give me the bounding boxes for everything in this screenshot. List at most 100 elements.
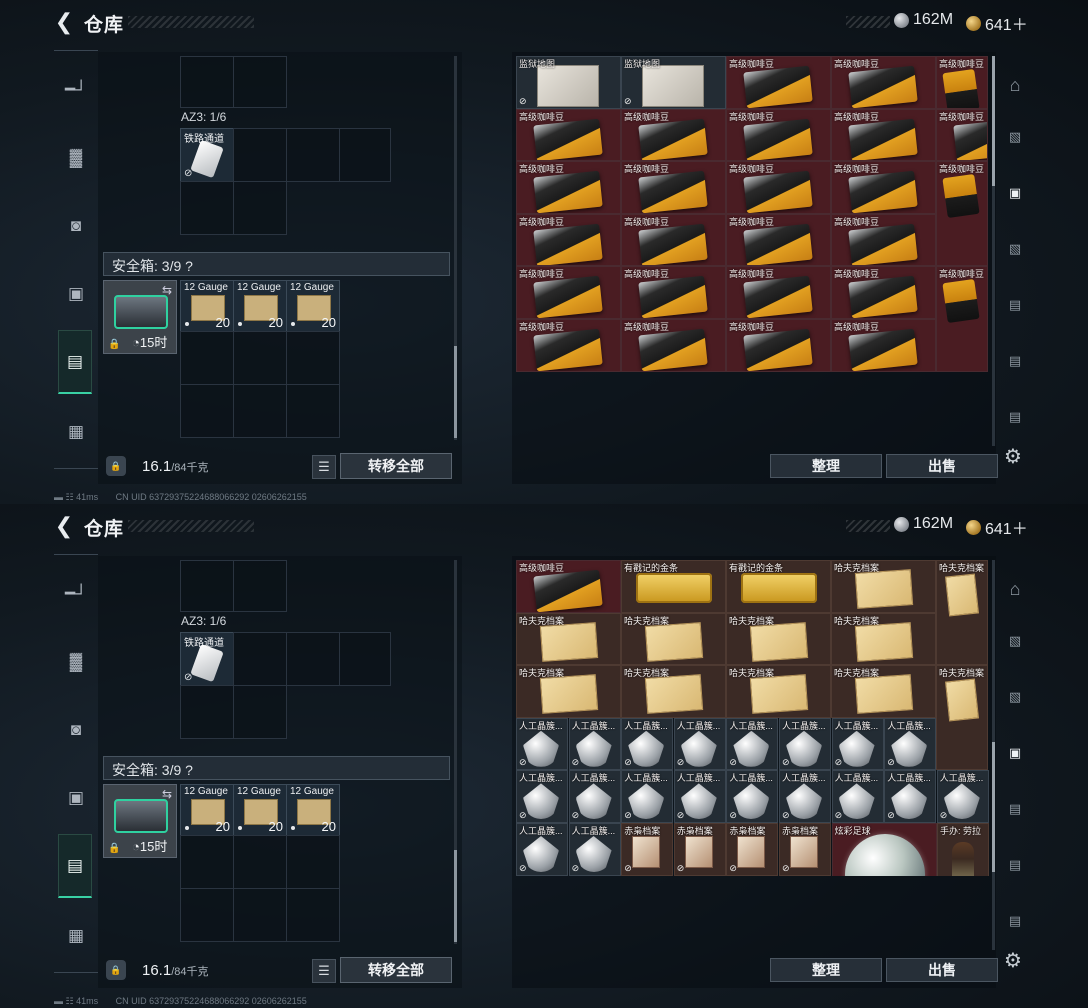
storage-item[interactable]: 高级咖啡豆 [831,266,936,319]
grid-slot[interactable] [286,331,340,385]
storage-item[interactable]: 有戳记的金条 [726,560,831,613]
gear-icon[interactable]: ⚙ [1004,444,1026,468]
storage-item[interactable]: 人工晶簇... ⊘ [936,770,989,823]
sort-button[interactable]: 整理 [770,958,882,982]
storage-4e-icon[interactable]: ▤ [1000,906,1030,936]
safe-item[interactable]: 12 Gauge 20 [233,280,287,332]
storage-item[interactable]: 人工晶簇... ⊘ [779,717,831,771]
storage-item[interactable]: 人工晶簇... ⊘ [831,717,884,771]
grid-slot[interactable] [233,331,287,385]
grid-slot[interactable] [286,384,340,438]
grid-slot[interactable] [233,835,287,889]
gear-icon[interactable]: ⚙ [1004,948,1026,972]
back-arrow-icon[interactable]: ❮ [52,513,76,538]
storage-4d-icon[interactable]: ▤ [1000,850,1030,880]
storage-item[interactable]: 人工晶簇... ⊘ [779,770,831,823]
storage-item[interactable]: 哈夫克档案 [516,612,621,666]
storage-item[interactable]: 人工晶簇... ⊘ [516,823,568,876]
grid-slot[interactable] [233,560,287,612]
storage-4e-icon[interactable]: ▤ [1000,402,1030,432]
storage-scrollbar[interactable] [992,56,995,446]
storage-item[interactable]: 高级咖啡豆 [726,56,831,109]
storage-item[interactable]: 人工晶簇... ⊘ [673,770,726,823]
storage-4c-icon[interactable]: ▤ [1000,794,1030,824]
grid-slot[interactable] [233,685,287,739]
storage-item[interactable]: 赤枭档案 ⊘ [726,823,779,876]
grid-slot[interactable] [233,384,287,438]
storage-4b-icon[interactable]: ▧ [1000,682,1030,712]
storage-item[interactable]: 人工晶簇... ⊘ [726,717,779,771]
storage-item[interactable]: 监狱地图 ⊘ [621,56,726,109]
grid-slot[interactable] [233,128,287,182]
safe-box-header[interactable]: 安全箱: 3/9 ? [103,252,450,276]
storage-item[interactable]: 哈夫克档案 [726,612,831,666]
storage-item[interactable]: 高级咖啡豆 [726,108,831,162]
storage-item[interactable]: 炫彩足球 [831,823,937,876]
storage-icon[interactable]: ▤ [58,330,92,394]
storage-item[interactable]: 高级咖啡豆 [516,161,621,214]
storage-4-active-icon[interactable]: ▣ [1000,178,1030,208]
storage-item[interactable]: 高级咖啡豆 [831,108,936,162]
sort-button[interactable]: 整理 [770,454,882,478]
scroll-thumb[interactable] [454,346,457,438]
toolbox-icon[interactable]: ▦ [58,910,94,962]
storage-item[interactable]: 哈夫克档案 [831,612,936,666]
armor-icon[interactable]: ▓ [58,636,94,688]
storage-item[interactable]: 高级咖啡豆 [516,560,621,613]
transfer-all-button[interactable]: 转移全部 [340,957,452,983]
grid-slot[interactable] [286,888,340,942]
toolbox-icon[interactable]: ▦ [58,406,94,458]
storage-item[interactable]: 高级咖啡豆 [831,56,936,109]
storage-item[interactable]: 高级咖啡豆 [726,266,831,319]
storage-item[interactable]: 哈夫克档案 [621,612,726,666]
left-scrollbar[interactable] [454,560,457,944]
grid-slot[interactable] [233,632,287,686]
safe-item[interactable]: 12 Gauge 20 [286,280,340,332]
storage-item[interactable]: 高级咖啡豆 [516,266,621,319]
pistol-icon[interactable]: ━┘ [58,568,94,620]
grid-slot[interactable] [286,632,340,686]
grid-slot[interactable] [180,384,234,438]
swap-icon[interactable]: ⇆ [162,283,172,297]
storage-item[interactable]: 高级咖啡豆 [621,319,726,372]
gold-currency[interactable]: 641＋ [966,515,1028,539]
storage-item[interactable]: 高级咖啡豆 [621,161,726,214]
storage-item[interactable]: 人工晶簇... ⊘ [568,823,621,876]
storage-4d-icon[interactable]: ▤ [1000,346,1030,376]
grid-slot[interactable] [339,632,391,686]
storage-item[interactable]: 高级咖啡豆 [726,213,831,267]
grid-slot[interactable] [233,181,287,235]
storage-item[interactable]: 人工晶簇... ⊘ [516,770,568,823]
storage-item[interactable]: 赤枭档案 ⊘ [621,823,674,876]
storage-item[interactable]: 人工晶簇... ⊘ [621,770,674,823]
storage-item[interactable]: 高级咖啡豆 [516,108,621,162]
storage-4b-icon[interactable]: ▧ [1000,234,1030,264]
storage-item[interactable]: 哈夫克档案 [936,665,988,771]
storage-item[interactable]: 人工晶簇... ⊘ [831,770,884,823]
storage-4-icon[interactable]: ▧ [1000,626,1030,656]
container-icon[interactable]: ⌂ [1000,574,1030,604]
left-scrollbar[interactable] [454,56,457,440]
grid-slot[interactable] [180,331,234,385]
storage-item[interactable]: 人工晶簇... ⊘ [516,717,568,771]
grid-slot[interactable] [180,835,234,889]
grid-slot[interactable] [286,835,340,889]
sell-button[interactable]: 出售 [886,958,998,982]
storage-item[interactable]: 高级咖啡豆 [516,319,621,372]
storage-item[interactable]: 人工晶簇... ⊘ [884,717,937,771]
storage-4-active-icon[interactable]: ▣ [1000,738,1030,768]
storage-item[interactable]: 哈夫克档案 [936,560,988,666]
backpack-icon[interactable]: ▣ [58,772,94,824]
storage-item[interactable]: 人工晶簇... ⊘ [884,770,937,823]
helmet-icon[interactable]: ◙ [58,200,94,252]
grid-slot[interactable] [180,56,234,108]
storage-item[interactable]: 有戳记的金条 [621,560,726,613]
safe-box-header[interactable]: 安全箱: 3/9 ? [103,756,450,780]
safe-item[interactable]: 12 Gauge 20 [180,784,234,836]
storage-item[interactable]: 高级咖啡豆 [621,108,726,162]
storage-icon[interactable]: ▤ [58,834,92,898]
storage-item[interactable]: 高级咖啡豆 [936,266,988,372]
grid-slot[interactable] [180,685,234,739]
swap-icon[interactable]: ⇆ [162,787,172,801]
sell-button[interactable]: 出售 [886,454,998,478]
